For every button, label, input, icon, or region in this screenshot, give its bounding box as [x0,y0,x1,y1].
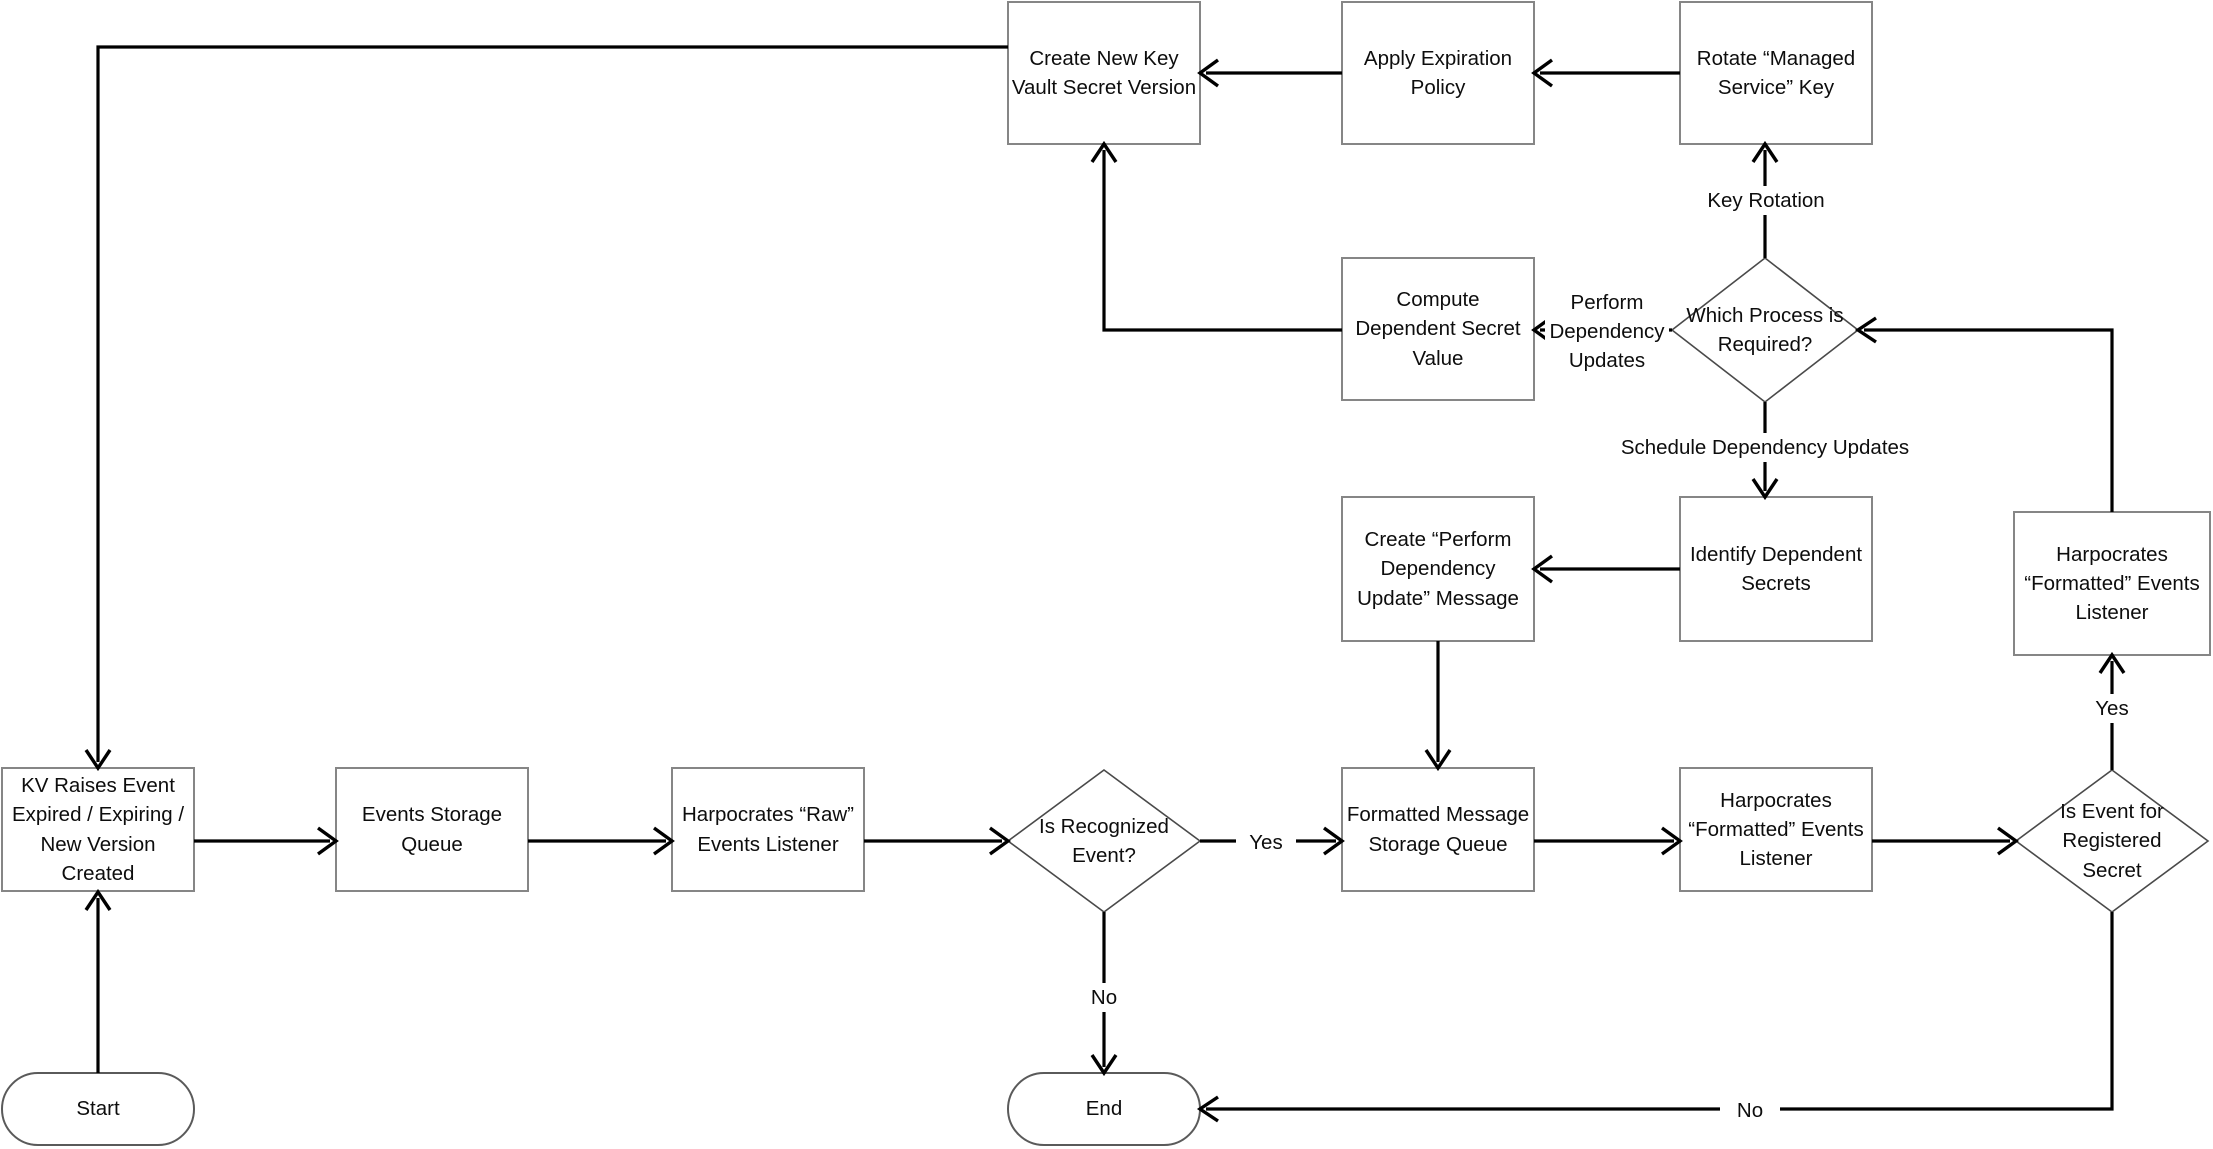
node-compute-dependent-secret-value[interactable] [1342,258,1534,400]
node-rotate-managed-service-key[interactable] [1680,2,1872,144]
node-create-new-secret-version[interactable] [1008,2,1200,144]
node-formatted-events-listener-middle[interactable] [1680,768,1872,891]
node-raw-events-listener[interactable] [672,768,864,891]
node-which-process-required[interactable] [1672,258,1858,402]
node-start[interactable] [2,1073,194,1145]
node-events-storage-queue[interactable] [336,768,528,891]
node-is-recognized-event[interactable] [1008,770,1200,912]
edge-create-version-to-kv-raises [96,45,1008,762]
edge-listener-right-to-which-process [1864,328,2114,512]
node-create-dependency-update-message[interactable] [1342,497,1534,641]
node-apply-expiration-policy[interactable] [1342,2,1534,144]
node-kv-raises-event[interactable] [2,768,194,891]
flowchart-svg: End --> Formatted Message Storage Queue … [1,1,2211,1146]
flowchart-canvas: End --> Formatted Message Storage Queue … [0,0,2213,1149]
edge-compute-dependent-to-create-version [1102,150,1342,332]
node-is-event-registered-secret[interactable] [2016,770,2208,912]
node-end[interactable] [1008,1073,1200,1145]
node-formatted-message-queue[interactable] [1342,768,1534,891]
node-formatted-events-listener-right[interactable] [2014,512,2210,655]
edge-is-registered-no-to-end [1206,912,2114,1111]
node-identify-dependent-secrets[interactable] [1680,497,1872,641]
